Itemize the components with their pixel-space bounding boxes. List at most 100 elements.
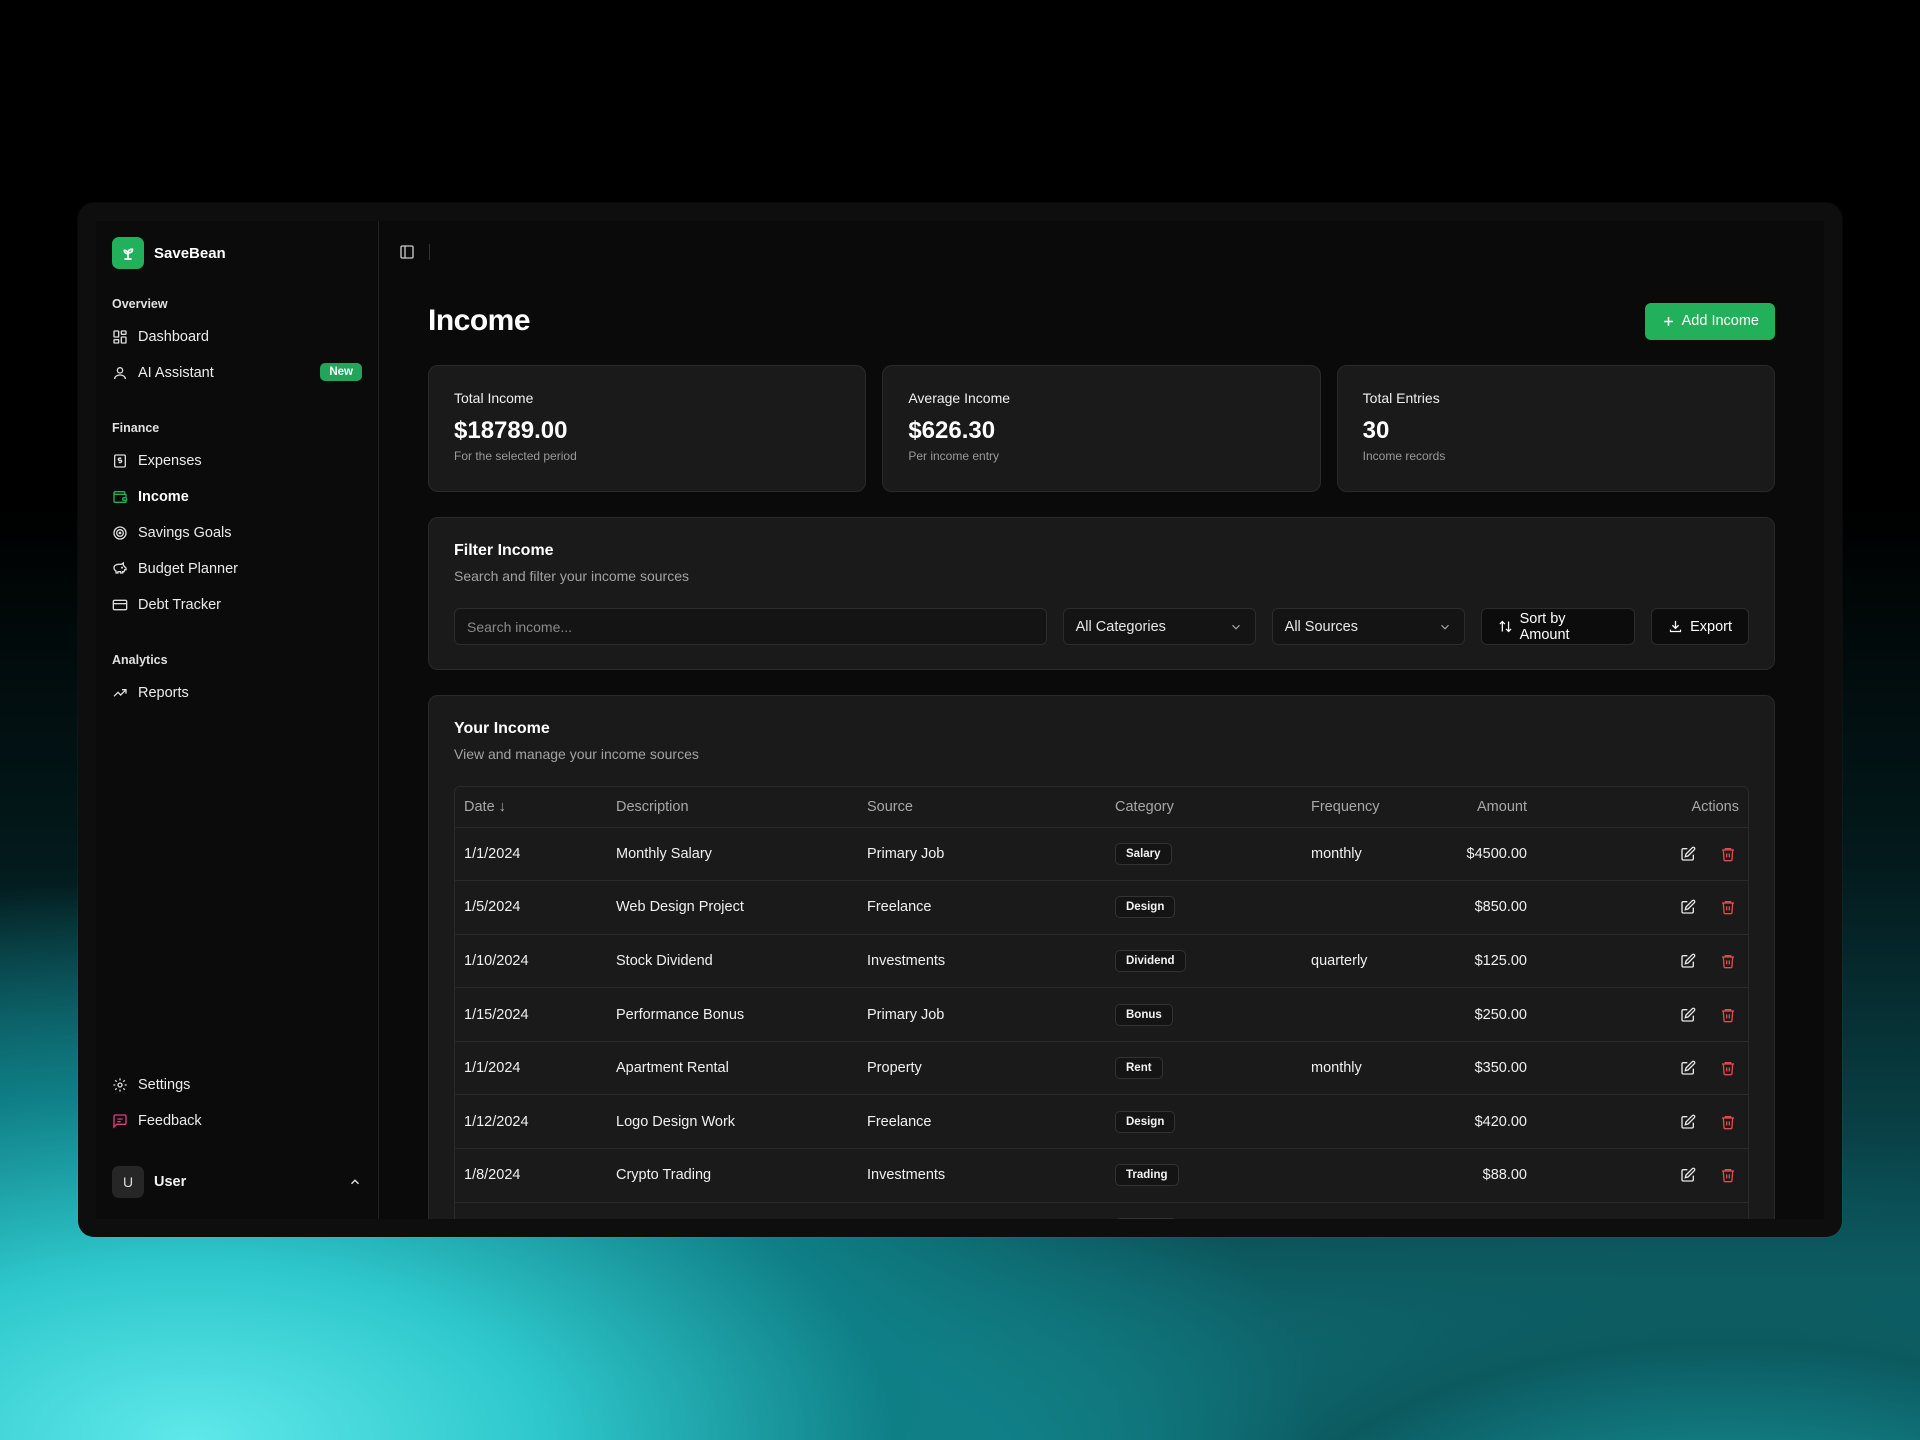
user-icon	[114, 367, 126, 380]
edit-icon[interactable]	[1680, 1007, 1696, 1023]
cell-date: 1/1/2024	[455, 1041, 607, 1096]
trash-icon[interactable]	[1720, 899, 1736, 915]
table-row: 1/1/2024 Apartment Rental Property Rent mont…	[455, 1041, 1748, 1096]
sidebar-item-reports[interactable]: Reports	[112, 675, 362, 711]
cell-description: Performance Bonus	[607, 987, 858, 1042]
header-frequency: Frequency	[1302, 787, 1422, 828]
cell-frequency	[1302, 987, 1422, 1042]
edit-icon[interactable]	[1680, 953, 1696, 969]
row-actions	[1545, 1060, 1739, 1076]
sidebar-item-savings-goals[interactable]: Savings Goals	[112, 515, 362, 551]
category-select[interactable]: All Categories	[1062, 608, 1256, 645]
cell-amount: $88.00	[1422, 1148, 1536, 1203]
cell-category: Design	[1106, 1094, 1302, 1150]
sidebar-item-feedback[interactable]: Feedback	[112, 1103, 362, 1139]
trash-icon[interactable]	[1720, 846, 1736, 862]
cell-source: Investments	[858, 934, 1106, 989]
trash-icon[interactable]	[1720, 1060, 1736, 1076]
export-button-label: Export	[1690, 618, 1733, 635]
cell-source: Freelance	[858, 1094, 1106, 1150]
edit-icon[interactable]	[1680, 1114, 1696, 1130]
filter-controls: All Categories All Sources Sort by Amoun…	[454, 608, 1750, 645]
filter-card: Filter Income Search and filter your inc…	[428, 517, 1775, 670]
cell-description: Tax Refund	[607, 1202, 858, 1219]
sidebar-item-label: Feedback	[138, 1113, 202, 1129]
stat-value: $18789.00	[454, 417, 568, 444]
edit-icon[interactable]	[1680, 1060, 1696, 1076]
trash-icon[interactable]	[1720, 1167, 1736, 1183]
cell-description: Crypto Trading	[607, 1148, 858, 1203]
user-menu[interactable]: U User	[112, 1157, 362, 1207]
sidebar-footer: Settings Feedback U User	[112, 1067, 362, 1219]
cell-amount: $4500.00	[1422, 827, 1536, 882]
user-name: User	[154, 1174, 187, 1190]
trash-icon[interactable]	[1720, 1114, 1736, 1130]
cell-frequency	[1302, 880, 1422, 935]
trash-icon[interactable]	[1720, 953, 1736, 969]
stat-subtext: Income records	[1362, 449, 1446, 463]
cell-amount: $150.00	[1422, 1202, 1536, 1219]
stat-label: Total Income	[454, 390, 534, 406]
cell-source: Property	[858, 1041, 1106, 1096]
cell-date: 1/12/2024	[455, 1094, 607, 1150]
edit-icon[interactable]	[1680, 1167, 1696, 1183]
stat-card-average-income: Average Income $626.30 Per income entry	[882, 365, 1321, 492]
cell-amount: $125.00	[1422, 934, 1536, 989]
stat-subtext: For the selected period	[454, 449, 577, 463]
cell-source: Investments	[858, 1148, 1106, 1203]
income-table-body: 1/1/2024 Monthly Salary Primary Job Salary m…	[455, 827, 1748, 1219]
income-table: Date ↓ Description Source Category Frequ…	[455, 787, 1748, 1219]
arrow-up-down-icon	[1499, 620, 1512, 633]
add-income-button[interactable]: Add Income	[1644, 302, 1775, 340]
source-select-value: All Sources	[1284, 618, 1358, 635]
dashboard-icon	[113, 330, 127, 344]
sidebar-item-budget-planner[interactable]: Budget Planner	[112, 551, 362, 587]
row-actions	[1545, 953, 1739, 969]
cell-date: 1/6/2024	[455, 1202, 607, 1219]
header-category: Category	[1106, 787, 1302, 828]
sidebar-item-label: Expenses	[138, 453, 202, 469]
stats-row: Total Income $18789.00 For the selected …	[428, 365, 1775, 492]
section-finance: Finance	[112, 421, 160, 435]
sidebar-item-label: AI Assistant	[138, 365, 214, 381]
sort-by-amount-button[interactable]: Sort by Amount	[1480, 608, 1636, 645]
sidebar-item-debt-tracker[interactable]: Debt Tracker	[112, 587, 362, 623]
chevron-up-icon	[350, 1179, 360, 1185]
table-row: 1/8/2024 Crypto Trading Investments Trading…	[455, 1148, 1748, 1203]
sidebar-item-settings[interactable]: Settings	[112, 1067, 362, 1103]
trash-icon[interactable]	[1720, 1007, 1736, 1023]
cell-source: Primary Job	[858, 827, 1106, 882]
sidebar-toggle-icon[interactable]	[399, 244, 415, 260]
export-button[interactable]: Export	[1651, 608, 1750, 645]
cell-category: Dividend	[1106, 934, 1302, 989]
header-description: Description	[607, 787, 858, 828]
sidebar-item-ai-assistant[interactable]: AI Assistant New	[112, 355, 362, 391]
income-table-card: Your Income View and manage your income …	[428, 695, 1775, 1219]
cell-description: Web Design Project	[607, 880, 858, 935]
stat-card-total-income: Total Income $18789.00 For the selected …	[428, 365, 867, 492]
credit-card-icon	[112, 599, 128, 611]
row-actions	[1545, 846, 1739, 862]
brand[interactable]: SaveBean	[112, 237, 362, 269]
cell-source: Freelance	[858, 880, 1106, 935]
search-input[interactable]	[454, 608, 1047, 645]
sidebar-item-expenses[interactable]: Expenses	[112, 443, 362, 479]
cell-date: 1/10/2024	[455, 934, 607, 989]
edit-icon[interactable]	[1680, 899, 1696, 915]
edit-icon[interactable]	[1680, 846, 1696, 862]
cell-actions	[1536, 1094, 1748, 1150]
cell-category: Refund	[1106, 1202, 1302, 1219]
cell-amount: $420.00	[1422, 1094, 1536, 1150]
table-row: 1/10/2024 Stock Dividend Investments Divide…	[455, 934, 1748, 989]
cell-description: Stock Dividend	[607, 934, 858, 989]
source-select[interactable]: All Sources	[1271, 608, 1465, 645]
cell-frequency	[1302, 1148, 1422, 1203]
sidebar-item-dashboard[interactable]: Dashboard	[112, 319, 362, 355]
income-table-wrapper: Date ↓ Description Source Category Frequ…	[454, 786, 1749, 1219]
header-date[interactable]: Date ↓	[455, 787, 607, 828]
sidebar-item-income[interactable]: Income	[112, 479, 362, 515]
page-header: Income Add Income	[428, 295, 1775, 347]
target-icon	[113, 526, 127, 540]
cell-description: Apartment Rental	[607, 1041, 858, 1096]
row-actions	[1545, 1167, 1739, 1183]
